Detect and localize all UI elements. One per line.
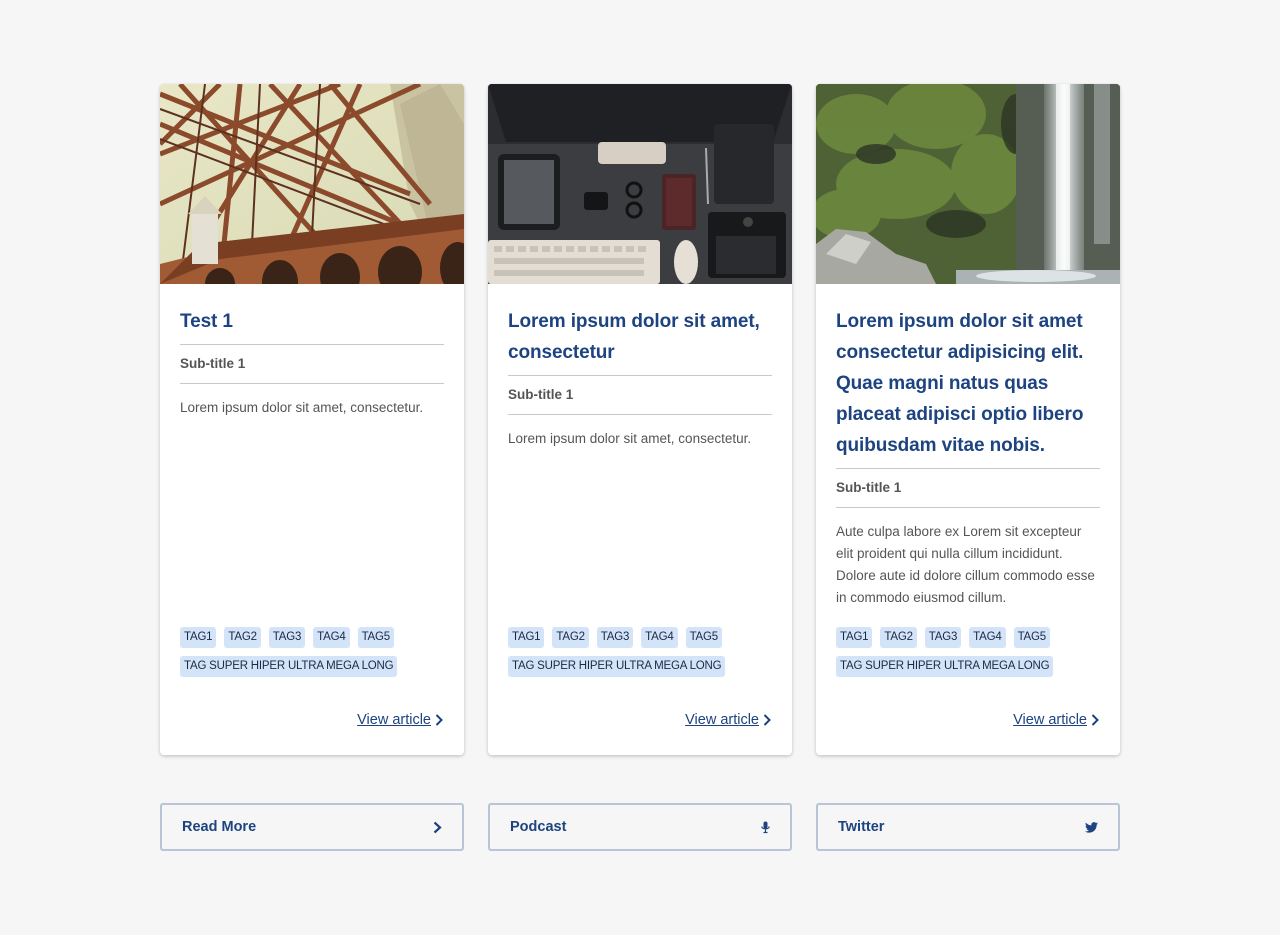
card-title: Lorem ipsum dolor sit amet consectetur a… bbox=[836, 306, 1100, 469]
chevron-right-icon bbox=[435, 714, 443, 726]
view-article-link[interactable]: View article bbox=[1013, 712, 1099, 728]
card-title: Lorem ipsum dolor sit amet, consectetur bbox=[508, 306, 772, 376]
tag[interactable]: TAG3 bbox=[596, 627, 634, 648]
card-image-bridge bbox=[160, 84, 464, 284]
view-article-label: View article bbox=[1013, 712, 1087, 728]
chevron-right-icon bbox=[763, 714, 771, 726]
tag[interactable]: TAG2 bbox=[224, 627, 261, 648]
view-article-label: View article bbox=[685, 712, 759, 728]
twitter-icon bbox=[1085, 821, 1098, 833]
tag[interactable]: TAG2 bbox=[552, 627, 589, 648]
tag[interactable]: TAG4 bbox=[641, 627, 678, 648]
card-grid: Test 1 Sub-title 1 Lorem ipsum dolor sit… bbox=[160, 84, 1120, 755]
tag[interactable]: TAG5 bbox=[1013, 627, 1050, 648]
chevron-right-icon bbox=[433, 821, 442, 834]
view-article-label: View article bbox=[357, 712, 431, 728]
microphone-icon bbox=[761, 821, 770, 834]
read-more-label: Read More bbox=[182, 819, 257, 835]
tag[interactable]: TAG1 bbox=[836, 627, 873, 648]
card-description: Aute culpa labore ex Lorem sit excepteur… bbox=[836, 524, 1095, 605]
podcast-label: Podcast bbox=[510, 819, 567, 835]
read-more-button[interactable]: Read More bbox=[160, 803, 464, 851]
tag[interactable]: TAG4 bbox=[313, 627, 350, 648]
card-subtitle: Sub-title 1 bbox=[836, 469, 1100, 508]
action-buttons: Read More Podcast Twitter bbox=[160, 803, 1120, 851]
twitter-button[interactable]: Twitter bbox=[816, 803, 1120, 851]
card-title: Test 1 bbox=[180, 306, 444, 345]
card-image-waterfall bbox=[816, 84, 1120, 284]
tag-list: TAG1 TAG2 TAG3 TAG4 TAG5 TAG SUPER HIPER… bbox=[836, 627, 1100, 685]
tag[interactable]: TAG5 bbox=[357, 627, 394, 648]
view-article-link[interactable]: View article bbox=[685, 712, 771, 728]
article-card: Lorem ipsum dolor sit amet, consectetur … bbox=[488, 84, 792, 755]
article-card: Test 1 Sub-title 1 Lorem ipsum dolor sit… bbox=[160, 84, 464, 755]
card-subtitle: Sub-title 1 bbox=[180, 345, 444, 384]
content-wrapper: Test 1 Sub-title 1 Lorem ipsum dolor sit… bbox=[160, 84, 1120, 851]
article-card: Lorem ipsum dolor sit amet consectetur a… bbox=[816, 84, 1120, 755]
tag-long[interactable]: TAG SUPER HIPER ULTRA MEGA LONG bbox=[836, 656, 1054, 677]
tag[interactable]: TAG1 bbox=[180, 627, 217, 648]
tag-long[interactable]: TAG SUPER HIPER ULTRA MEGA LONG bbox=[180, 656, 398, 677]
tag-list: TAG1 TAG2 TAG3 TAG4 TAG5 TAG SUPER HIPER… bbox=[508, 627, 772, 685]
card-description: Lorem ipsum dolor sit amet, consectetur. bbox=[508, 431, 752, 446]
tag[interactable]: TAG5 bbox=[685, 627, 722, 648]
tag[interactable]: TAG4 bbox=[969, 627, 1006, 648]
tag[interactable]: TAG2 bbox=[880, 627, 917, 648]
card-image-desk bbox=[488, 84, 792, 284]
card-subtitle: Sub-title 1 bbox=[508, 376, 772, 415]
tag-list: TAG1 TAG2 TAG3 TAG4 TAG5 TAG SUPER HIPER… bbox=[180, 627, 444, 685]
view-article-link[interactable]: View article bbox=[357, 712, 443, 728]
tag[interactable]: TAG3 bbox=[268, 627, 306, 648]
tag-long[interactable]: TAG SUPER HIPER ULTRA MEGA LONG bbox=[508, 656, 726, 677]
twitter-label: Twitter bbox=[838, 819, 885, 835]
podcast-button[interactable]: Podcast bbox=[488, 803, 792, 851]
chevron-right-icon bbox=[1091, 714, 1099, 726]
card-description: Lorem ipsum dolor sit amet, consectetur. bbox=[180, 400, 424, 415]
tag[interactable]: TAG3 bbox=[924, 627, 962, 648]
tag[interactable]: TAG1 bbox=[508, 627, 545, 648]
